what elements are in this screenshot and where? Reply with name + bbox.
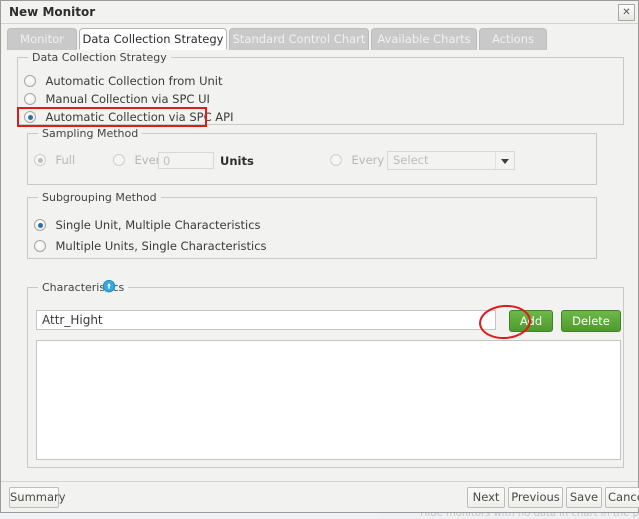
data-collection-strategy-group: Data Collection Strategy Automatic Colle… <box>17 51 624 125</box>
tab-monitor[interactable]: Monitor <box>7 28 77 50</box>
tab-standard-control-chart[interactable]: Standard Control Chart <box>229 28 369 50</box>
cancel-button[interactable]: Cancel <box>605 487 639 508</box>
radio-button[interactable] <box>34 219 46 231</box>
delete-button[interactable]: Delete <box>561 310 621 332</box>
chevron-down-icon <box>495 152 514 169</box>
dialog-titlebar: New Monitor ✕ <box>1 1 638 24</box>
radio-button[interactable] <box>24 75 36 87</box>
save-button[interactable]: Save <box>566 487 602 508</box>
tab-data-collection-strategy[interactable]: Data Collection Strategy <box>79 28 227 50</box>
radio-button <box>34 154 46 166</box>
dialog-footer: Summary Next Previous Save Cancel <box>1 481 639 512</box>
sampling-method-group: Sampling Method Full Every Units Every S… <box>27 127 597 185</box>
radio-label: Automatic Collection from Unit <box>45 74 223 88</box>
radio-sampling-full: Full <box>34 153 75 168</box>
radio-sampling-every-time: Every <box>330 153 384 168</box>
characteristic-name-input[interactable] <box>36 310 496 330</box>
characteristics-list[interactable] <box>36 340 621 460</box>
radio-button[interactable] <box>34 240 46 252</box>
radio-label: Single Unit, Multiple Characteristics <box>55 218 261 232</box>
subgrouping-method-legend: Subgrouping Method <box>38 191 161 204</box>
radio-button[interactable] <box>24 111 36 123</box>
radio-automatic-collection-via-spc-api[interactable]: Automatic Collection via SPC API <box>24 110 234 125</box>
radio-label: Manual Collection via SPC UI <box>45 92 210 106</box>
dialog-title: New Monitor <box>9 5 96 19</box>
info-bubble-icon[interactable] <box>102 280 116 294</box>
radio-multiple-units-single-characteristics[interactable]: Multiple Units, Single Characteristics <box>34 239 267 254</box>
subgrouping-method-group: Subgrouping Method Single Unit, Multiple… <box>27 191 597 259</box>
tab-bar: Monitor Data Collection Strategy Standar… <box>7 28 638 50</box>
radio-button <box>330 154 342 166</box>
radio-automatic-collection-from-unit[interactable]: Automatic Collection from Unit <box>24 74 223 89</box>
summary-button[interactable]: Summary <box>9 487 66 508</box>
add-button[interactable]: Add <box>509 310 553 332</box>
sampling-interval-select: Select <box>387 151 515 170</box>
close-icon[interactable]: ✕ <box>618 4 635 21</box>
sampling-method-legend: Sampling Method <box>38 127 143 140</box>
radio-button[interactable] <box>24 93 36 105</box>
radio-button <box>113 154 125 166</box>
tab-available-charts[interactable]: Available Charts <box>371 28 477 50</box>
new-monitor-dialog: New Monitor ✕ Monitor Data Collection St… <box>0 0 639 513</box>
radio-label: Full <box>55 153 76 167</box>
radio-label: Automatic Collection via SPC API <box>45 110 234 124</box>
units-label: Units <box>220 154 254 168</box>
previous-button[interactable]: Previous <box>508 487 563 508</box>
select-value: Select <box>393 153 429 167</box>
radio-label: Multiple Units, Single Characteristics <box>55 239 267 253</box>
radio-label: Every <box>351 153 385 167</box>
sampling-units-input <box>158 152 214 169</box>
characteristics-group: Characteristics Add Delete <box>27 281 624 468</box>
next-button[interactable]: Next <box>467 487 505 508</box>
data-collection-strategy-legend: Data Collection Strategy <box>28 51 171 64</box>
radio-single-unit-multiple-characteristics[interactable]: Single Unit, Multiple Characteristics <box>34 218 261 233</box>
radio-manual-collection-via-spc-ui[interactable]: Manual Collection via SPC UI <box>24 92 210 107</box>
tab-actions[interactable]: Actions <box>479 28 547 50</box>
